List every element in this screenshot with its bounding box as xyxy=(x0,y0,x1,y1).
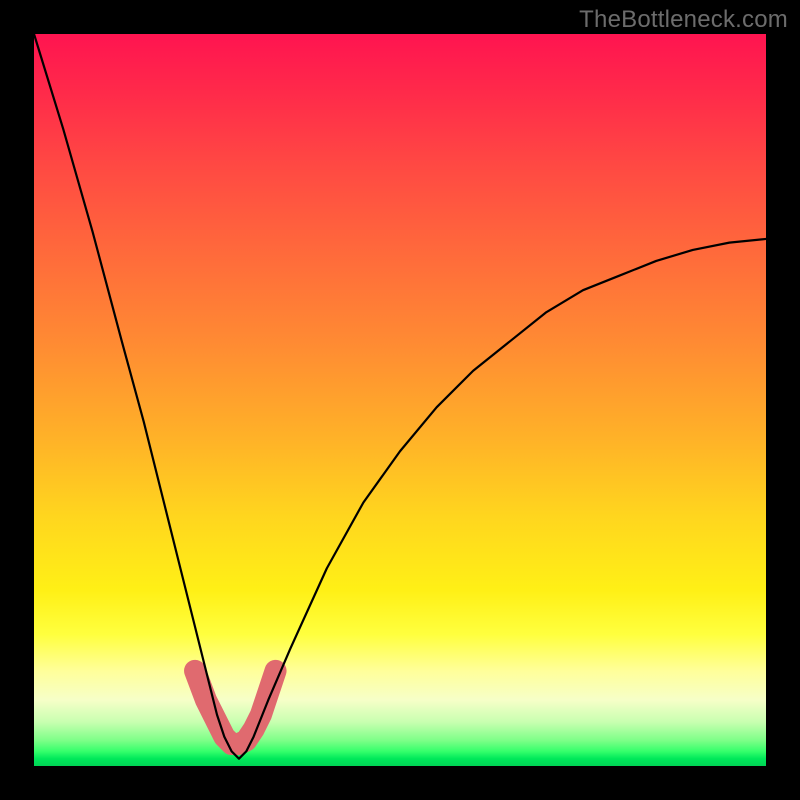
chart-frame: TheBottleneck.com xyxy=(0,0,800,800)
chart-plot-area xyxy=(34,34,766,766)
bottleneck-curve xyxy=(34,34,766,759)
curve-highlight xyxy=(195,671,276,744)
watermark-text: TheBottleneck.com xyxy=(579,6,788,34)
chart-svg xyxy=(34,34,766,766)
